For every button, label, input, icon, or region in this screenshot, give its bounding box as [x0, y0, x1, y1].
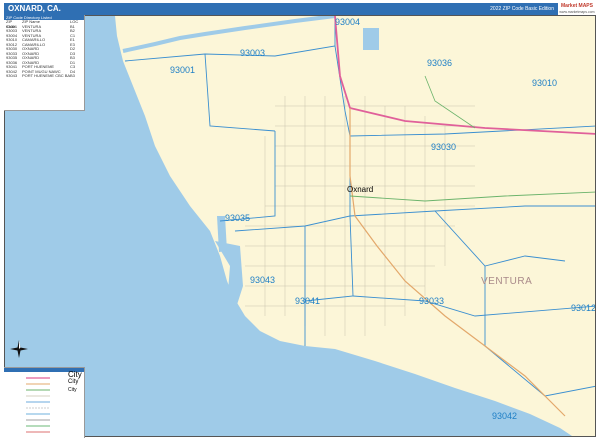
- city-label-oxnard: Oxnard: [347, 185, 374, 194]
- map-title: OXNARD, CA.: [8, 4, 61, 13]
- zip-label: 93003: [240, 48, 266, 58]
- zip-label: 93041: [295, 296, 321, 306]
- zip-label: 93030: [431, 142, 457, 152]
- zip-label: 93012: [571, 303, 596, 313]
- key-city-medium: City: [68, 379, 79, 385]
- map-canvas[interactable]: 93004 93003 93001 93036 93010 93030 9303…: [4, 15, 596, 437]
- map-key: City City City: [4, 367, 85, 438]
- title-bar: OXNARD, CA. 2022 ZIP Code Basic Edition …: [4, 3, 596, 15]
- zip-label: 93004: [335, 17, 361, 27]
- key-city-large: City: [68, 370, 82, 379]
- legend-row: 93043PORT HUENEME CBC BASEB3: [6, 73, 75, 78]
- brand-logo: Market MAPS www.marketmaps.com: [558, 3, 596, 15]
- edition-label: 2022 ZIP Code Basic Edition: [490, 6, 554, 12]
- zip-label: 93010: [532, 78, 558, 88]
- zip-label: 93001: [170, 65, 196, 75]
- zip-label: 93033: [419, 296, 445, 306]
- compass-rose-icon: [10, 340, 28, 358]
- zip-label: 93035: [225, 213, 251, 223]
- zip-label: 93042: [492, 411, 518, 421]
- county-label: VENTURA: [481, 276, 533, 287]
- map-svg: [5, 16, 595, 436]
- key-city-small: City: [68, 387, 77, 393]
- reservoir: [363, 28, 379, 50]
- zip-directory-legend: ZIP Code Directory Listed ZIP Code ZIP N…: [4, 15, 85, 111]
- zip-label: 93036: [427, 58, 453, 68]
- map-poster: OXNARD, CA. 2022 ZIP Code Basic Edition …: [0, 0, 600, 441]
- zip-label: 93043: [250, 275, 276, 285]
